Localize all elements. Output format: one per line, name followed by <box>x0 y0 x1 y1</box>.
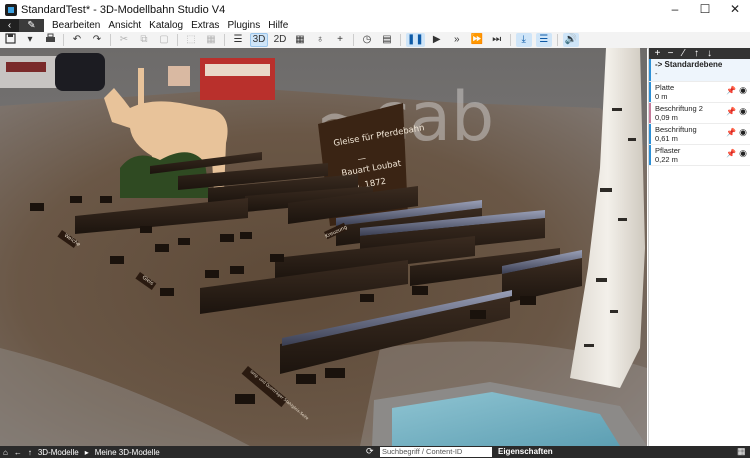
layer-item[interactable]: Beschriftung 2 0,09 m 📌 ◉ <box>649 103 750 124</box>
layer-item[interactable]: Beschriftung 0,61 m 📌 ◉ <box>649 124 750 145</box>
maximize-button[interactable]: ☐ <box>690 0 720 19</box>
grid-view-icon[interactable]: ▦ <box>737 446 746 457</box>
properties-tab[interactable]: Eigenschaften <box>498 446 553 458</box>
eye-icon[interactable]: ◉ <box>739 149 747 158</box>
print-icon[interactable] <box>42 33 58 47</box>
toolbar-separator <box>110 34 111 46</box>
faster-forward-icon[interactable]: ⏩ <box>469 33 485 47</box>
layer-item[interactable]: Platte 0 m 📌 ◉ <box>649 82 750 103</box>
title-bar: StandardTest* - 3D-Modellbahn Studio V4 … <box>0 0 750 20</box>
view-3d-button[interactable]: 3D <box>250 33 268 47</box>
move-up-icon[interactable]: ↑ <box>690 48 703 59</box>
toolbar-separator <box>509 34 511 46</box>
toolbar-separator <box>177 34 178 46</box>
menu-bar: ‹ ✎ Bearbeiten Ansicht Katalog Extras Pl… <box>0 19 750 32</box>
save-icon[interactable] <box>2 33 18 47</box>
crosshair-icon[interactable]: + <box>332 33 348 47</box>
breadcrumb-arrow-icon: ▸ <box>84 447 89 457</box>
grid-icon[interactable]: ▦ <box>292 33 308 47</box>
toolbar: ▾ ↶ ↷ ✂ ⧉ ▢ ⬚ ▦ ☰ 3D 2D ▦ ♁ + ◷ ▤ ❚❚ ▶ »… <box>0 32 750 49</box>
layers-panel: + − ⁄ ↑ ↓ -> Standardebene - Platte 0 m … <box>648 48 750 446</box>
copy-icon[interactable]: ⧉ <box>136 33 152 47</box>
toolbar-separator <box>224 34 225 46</box>
select-area-icon[interactable]: ⬚ <box>183 33 199 47</box>
menu-plugins[interactable]: Plugins <box>223 20 264 31</box>
layers-panel-header: + − ⁄ ↑ ↓ <box>649 48 750 59</box>
paste-icon[interactable]: ▢ <box>156 33 172 47</box>
eye-icon[interactable]: ◉ <box>739 86 747 95</box>
menu-katalog[interactable]: Katalog <box>145 20 187 31</box>
remove-layer-icon[interactable]: − <box>664 48 677 59</box>
window-title: StandardTest* - 3D-Modellbahn Studio V4 <box>21 3 226 16</box>
edit-layer-icon[interactable]: ⁄ <box>677 48 690 59</box>
pin-icon[interactable]: 📌 <box>726 149 736 159</box>
up-icon[interactable]: ↑ <box>25 448 35 457</box>
layer-item[interactable]: Pflaster 0,22 m 📌 ◉ <box>649 145 750 166</box>
track-icon[interactable]: ☰ <box>535 33 552 47</box>
app-icon <box>5 3 17 16</box>
layer-marker <box>649 82 651 102</box>
breadcrumb-meine-3d-modelle[interactable]: Meine 3D-Modelle <box>92 448 163 457</box>
layer-name: -> Standardebene <box>655 60 723 69</box>
back-nav-button[interactable]: ‹ <box>0 19 19 32</box>
pin-icon[interactable]: 📌 <box>726 86 736 96</box>
cut-icon[interactable]: ✂ <box>116 33 132 47</box>
layer-marker <box>649 124 651 144</box>
redo-icon[interactable]: ↷ <box>89 33 105 47</box>
menu-bearbeiten[interactable]: Bearbeiten <box>48 20 104 31</box>
menu-ansicht[interactable]: Ansicht <box>104 20 145 31</box>
window-controls: – ☐ ✕ <box>660 0 750 19</box>
eye-icon[interactable]: ◉ <box>739 128 747 137</box>
layer-value: - <box>655 68 658 78</box>
breadcrumb-3d-modelle[interactable]: 3D-Modelle <box>35 448 82 457</box>
scene-render: ~cab Gleise für Pferdebahn — Bauart Loub… <box>0 48 647 446</box>
play-icon[interactable]: ▶ <box>429 33 445 47</box>
layer-marker <box>649 59 651 81</box>
pin-icon[interactable]: 📌 <box>726 128 736 138</box>
dropdown-icon[interactable]: ▾ <box>22 33 38 47</box>
toolbar-separator <box>400 34 401 46</box>
fast-forward-icon[interactable]: » <box>449 33 465 47</box>
home-icon[interactable]: ⌂ <box>0 448 11 457</box>
pause-icon[interactable]: ❚❚ <box>406 33 425 47</box>
layer-marker <box>649 103 651 123</box>
toolbar-separator <box>556 34 558 46</box>
pin-icon[interactable]: 📌 <box>726 107 736 117</box>
toolbar-separator <box>353 34 354 46</box>
view-2d-button[interactable]: 2D <box>272 33 288 47</box>
status-bar: ⌂ ← ↑ 3D-Modelle ▸ Meine 3D-Modelle ⟳ Su… <box>0 446 750 458</box>
back-icon[interactable]: ← <box>11 448 25 457</box>
refresh-icon[interactable]: ⟳ <box>366 446 374 457</box>
lightbulb-icon[interactable]: ♁ <box>312 33 328 47</box>
list-icon[interactable]: ☰ <box>230 33 246 47</box>
search-input[interactable]: Suchbegriff / Content-ID <box>380 447 492 457</box>
minimize-button[interactable]: – <box>660 0 690 19</box>
layer-item[interactable]: -> Standardebene - <box>649 59 750 82</box>
layer-marker <box>649 145 651 165</box>
move-down-icon[interactable]: ↓ <box>703 48 716 59</box>
edit-mode-button[interactable]: ✎ <box>19 19 44 32</box>
close-button[interactable]: ✕ <box>720 0 750 19</box>
speaker-icon[interactable]: 🔊 <box>562 33 579 47</box>
menu-extras[interactable]: Extras <box>187 20 223 31</box>
undo-icon[interactable]: ↶ <box>69 33 85 47</box>
menu-hilfe[interactable]: Hilfe <box>264 20 292 31</box>
group-icon[interactable]: ▦ <box>203 33 219 47</box>
clock-icon[interactable]: ◷ <box>359 33 375 47</box>
add-layer-icon[interactable]: + <box>651 48 664 59</box>
calendar-icon[interactable]: ▤ <box>379 33 395 47</box>
toolbar-separator <box>63 34 64 46</box>
eye-icon[interactable]: ◉ <box>739 107 747 116</box>
skip-end-icon[interactable]: ⏭ <box>489 33 505 47</box>
download-icon[interactable]: ⤓ <box>515 33 532 47</box>
3d-viewport[interactable]: ~cab Gleise für Pferdebahn — Bauart Loub… <box>0 48 647 446</box>
